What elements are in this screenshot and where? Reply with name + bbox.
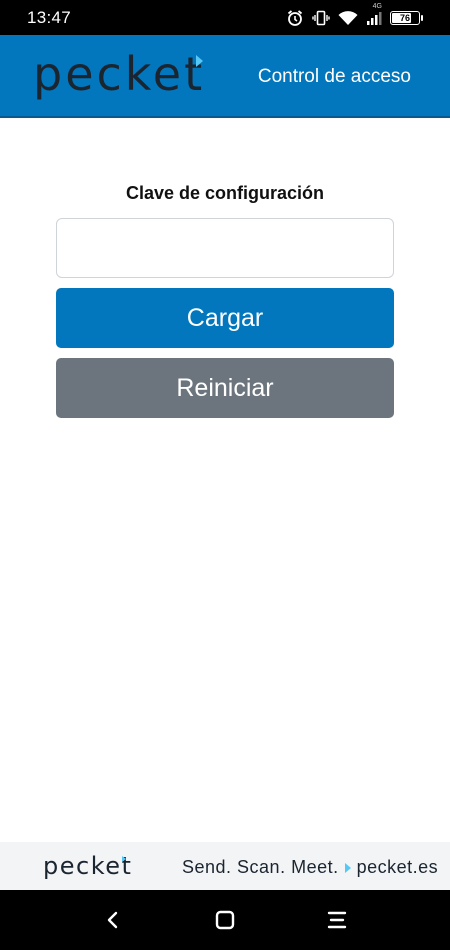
alarm-icon xyxy=(286,9,304,27)
header-title: Control de acceso xyxy=(257,66,411,87)
status-bar: 13:47 4G 76 xyxy=(0,0,450,35)
logo-arrow-icon xyxy=(196,55,203,67)
tagline-arrow-icon xyxy=(344,862,351,873)
tagline-text: Send. Scan. Meet. xyxy=(182,857,339,877)
battery-level: 76 xyxy=(399,13,410,23)
status-time: 13:47 xyxy=(27,8,72,27)
wifi-icon xyxy=(338,9,358,27)
reset-button[interactable]: Reiniciar xyxy=(56,358,394,418)
vibrate-icon xyxy=(312,9,330,27)
footer: pecket Send. Scan. Meet. pecket.es xyxy=(0,842,450,890)
load-button[interactable]: Cargar xyxy=(56,288,394,348)
app-header: pecket Control de acceso xyxy=(0,35,450,118)
footer-logo: pecket xyxy=(43,852,133,880)
footer-logo-arrow-icon xyxy=(122,856,126,862)
signal-icon xyxy=(366,9,382,27)
status-icons: 76 xyxy=(286,7,423,29)
battery-icon: 76 xyxy=(390,11,423,25)
config-key-label: Clave de configuración xyxy=(125,183,325,203)
screen: 13:47 4G 76 pecket Control de acceso Cla… xyxy=(0,0,450,950)
header-logo: pecket xyxy=(33,47,206,101)
footer-tagline: Send. Scan. Meet. pecket.es xyxy=(182,857,438,878)
nav-bar xyxy=(0,890,450,950)
home-icon[interactable] xyxy=(210,905,240,935)
website-link[interactable]: pecket.es xyxy=(357,857,439,878)
menu-icon[interactable] xyxy=(322,905,352,935)
config-key-input[interactable] xyxy=(56,218,394,278)
back-icon[interactable] xyxy=(98,905,128,935)
